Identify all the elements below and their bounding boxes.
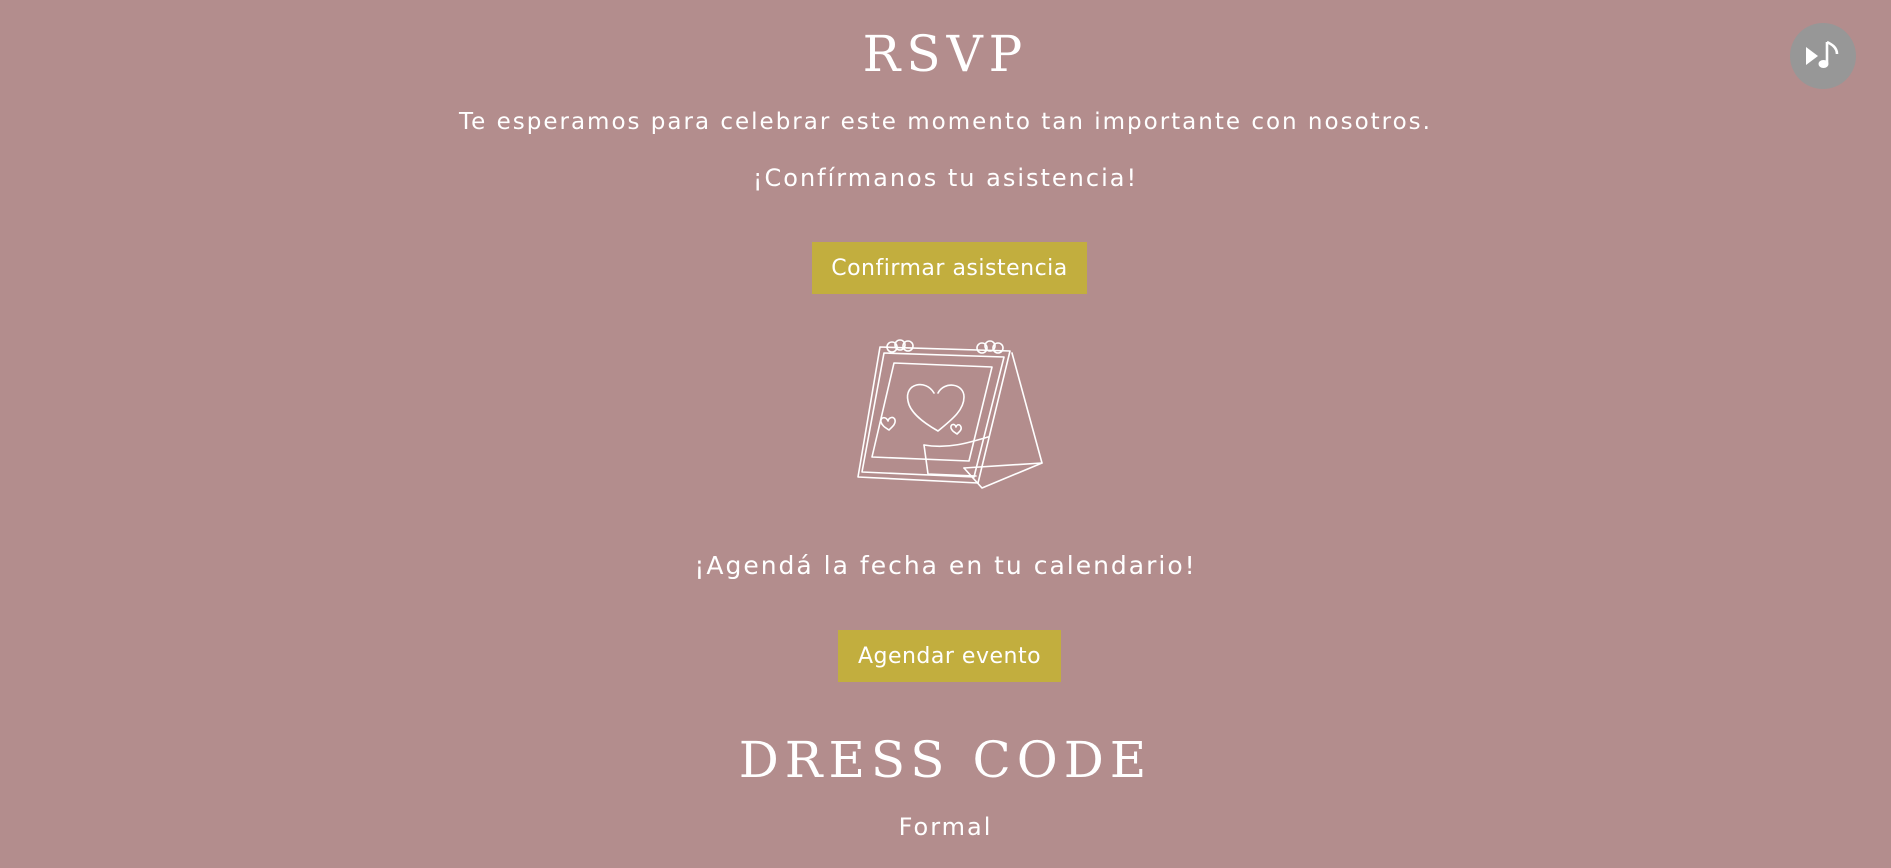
dress-code-value: Formal [898,813,993,841]
desk-calendar-heart-icon [852,333,1044,495]
music-toggle-button[interactable] [1790,23,1856,89]
play-music-icon [1806,40,1839,68]
confirm-attendance-prompt: ¡Confírmanos tu asistencia! [752,164,1139,192]
add-to-calendar-button[interactable]: Agendar evento [838,630,1061,682]
dress-code-title: DRESS CODE [738,731,1153,789]
confirm-attendance-button[interactable]: Confirmar asistencia [812,242,1087,294]
add-to-calendar-prompt: ¡Agendá la fecha en tu calendario! [694,551,1197,580]
rsvp-title: RSVP [862,25,1029,83]
rsvp-subtitle: Te esperamos para celebrar este momento … [459,109,1432,135]
